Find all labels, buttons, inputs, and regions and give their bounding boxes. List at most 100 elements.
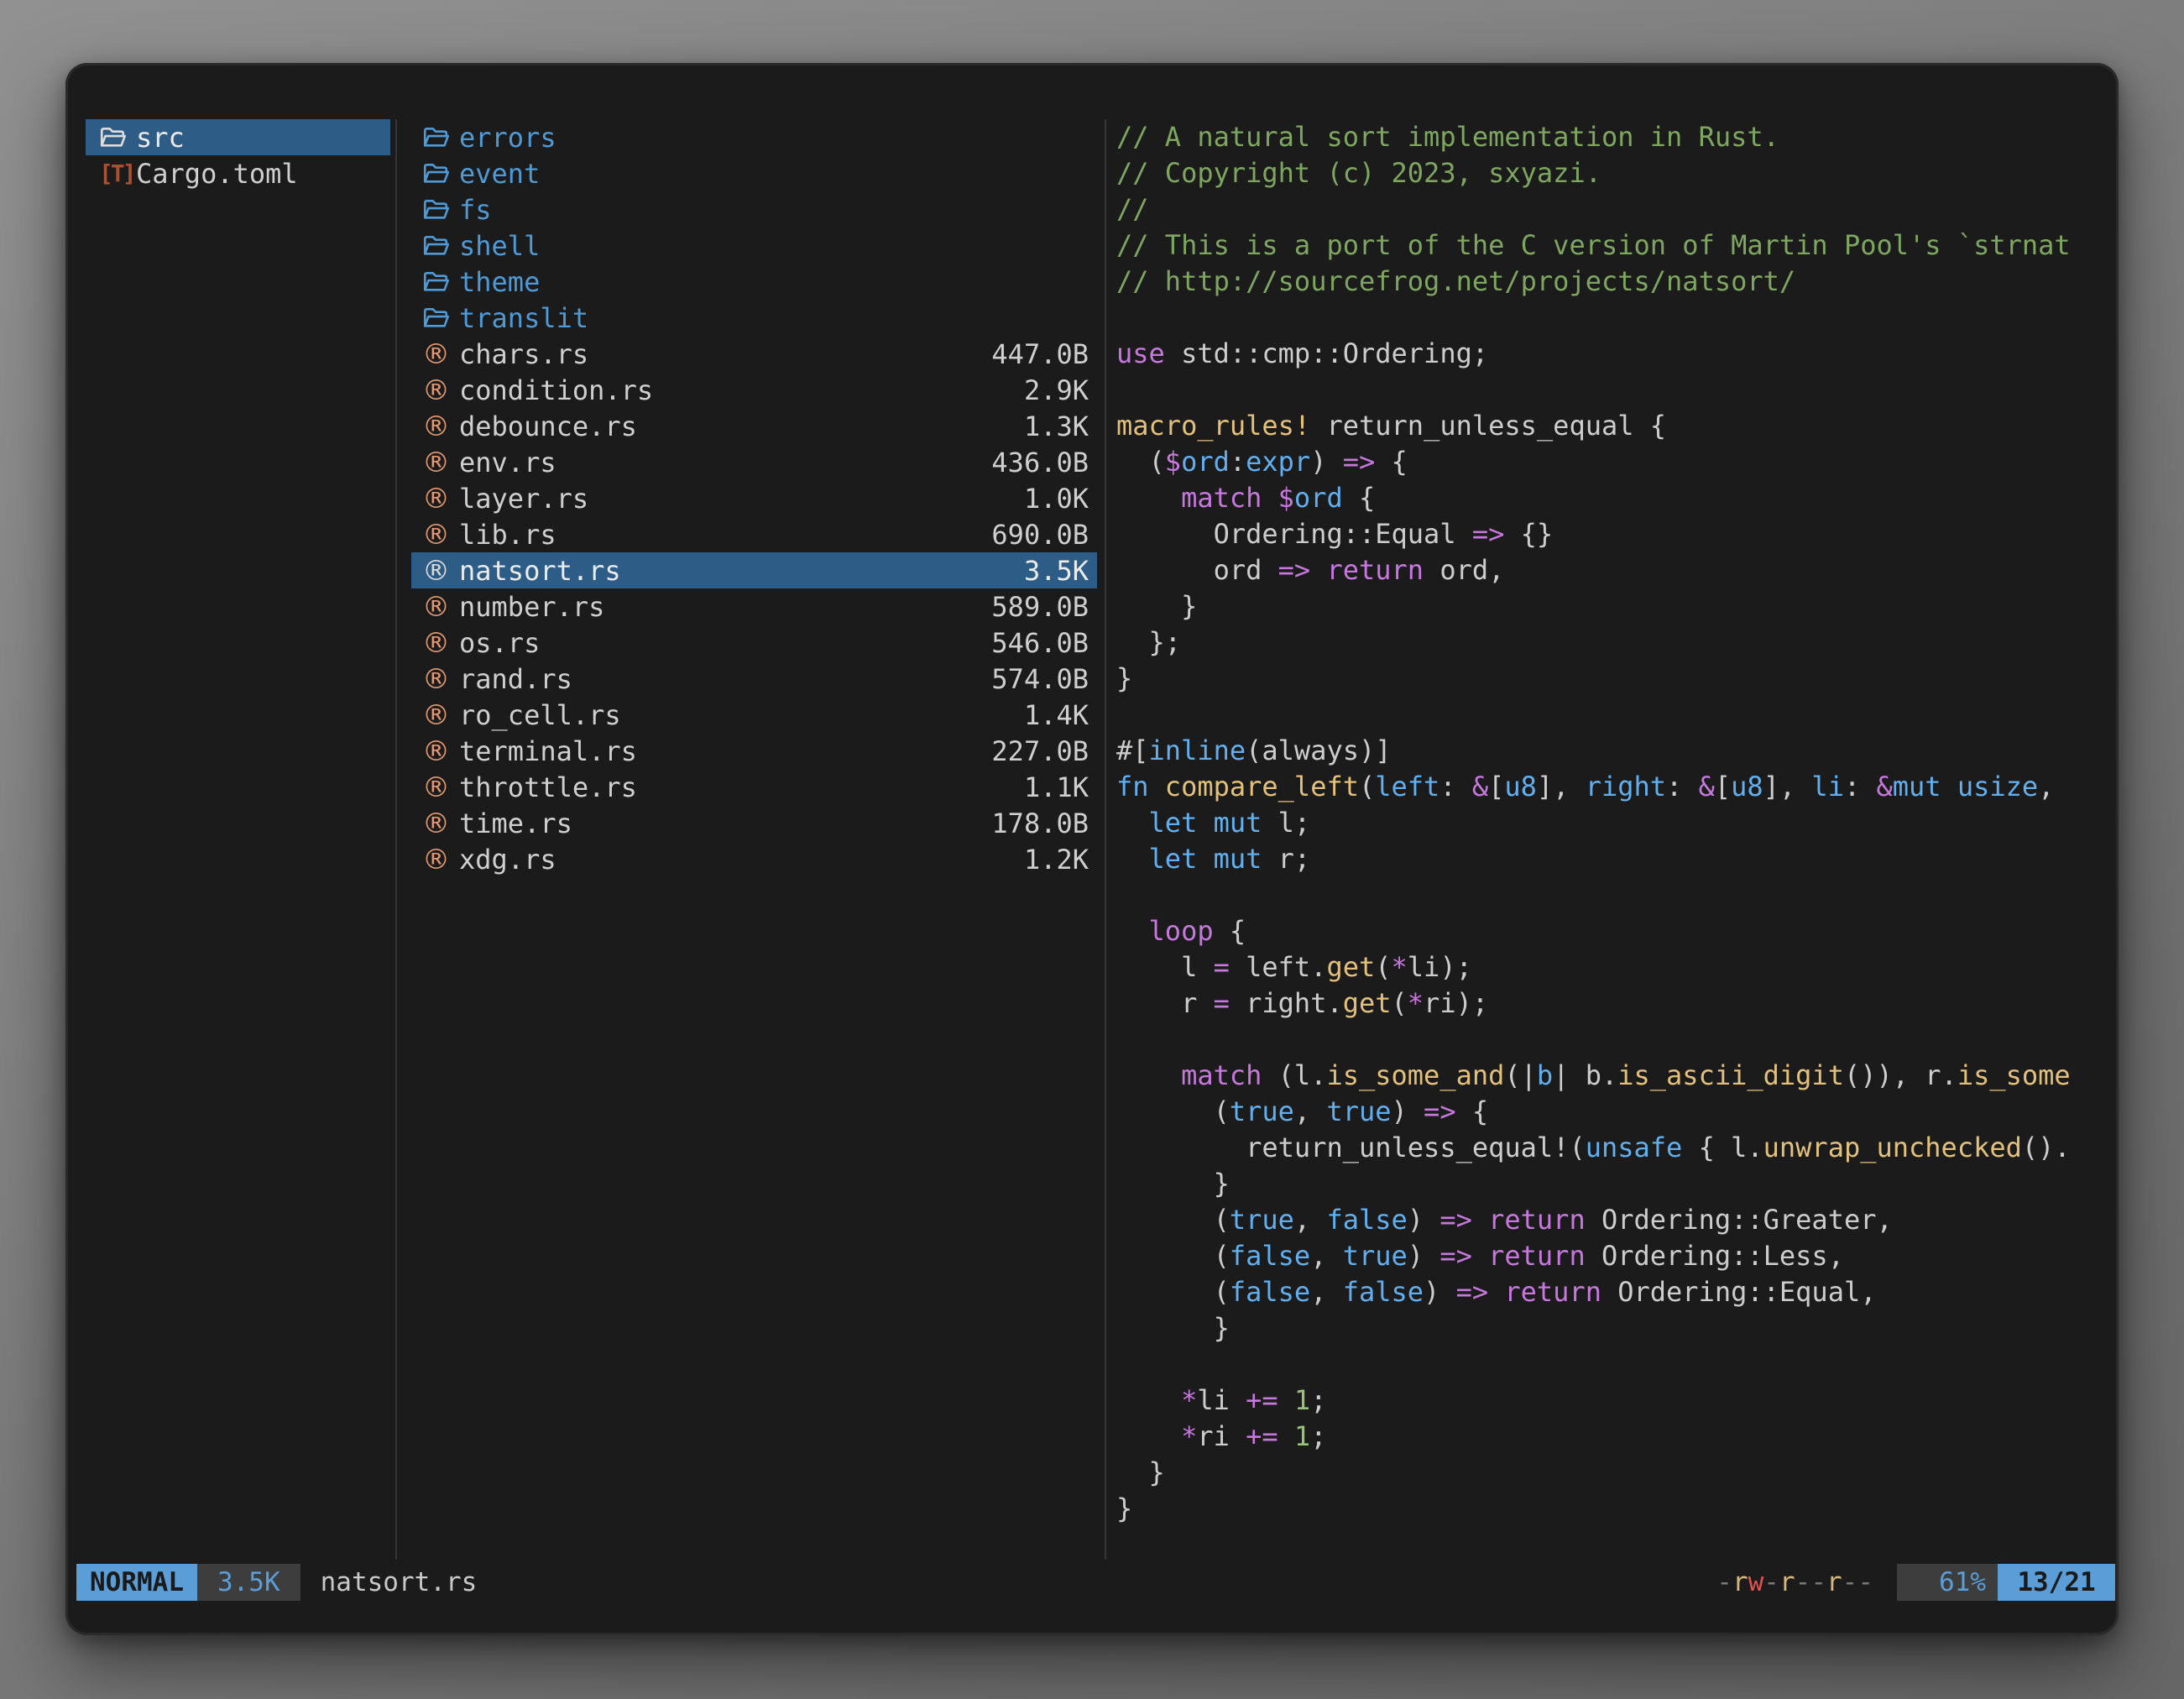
file-size: 1.3K — [1024, 410, 1089, 442]
file-label: terminal.rs — [459, 735, 637, 767]
file-size: 227.0B — [991, 735, 1089, 767]
file-row-os.rs[interactable]: ®os.rs 546.0B — [411, 625, 1097, 661]
code-line: } — [1116, 1310, 2093, 1346]
file-label: fs — [459, 194, 492, 226]
file-label: translit — [459, 302, 588, 334]
file-row-rand.rs[interactable]: ®rand.rs574.0B — [411, 661, 1097, 697]
file-row-fs[interactable]: fs — [411, 191, 1097, 227]
rust-file-icon: ® — [422, 629, 459, 656]
file-row-lib.rs[interactable]: ®lib.rs690.0B — [411, 516, 1097, 552]
code-line: #[inline(always)] — [1116, 733, 2093, 769]
code-line: // Copyright (c) 2023, sxyazi. — [1116, 155, 2093, 191]
file-label: condition.rs — [459, 374, 653, 406]
file-size: 546.0B — [991, 627, 1089, 659]
folder-open-icon — [422, 269, 459, 294]
file-label: src — [136, 122, 185, 154]
pane-divider-right — [1105, 119, 1106, 1560]
file-permissions: -rw-r--r-- — [1716, 1564, 1873, 1601]
status-bar: NORMAL 3.5K natsort.rs -rw-r--r-- 61% 13… — [76, 1564, 2115, 1601]
code-line: *ri += 1; — [1116, 1419, 2093, 1455]
code-line: } — [1116, 588, 2093, 625]
code-line: r = right.get(*ri); — [1116, 985, 2093, 1022]
code-line: match $ord { — [1116, 480, 2093, 516]
file-row-condition.rs[interactable]: ®condition.rs2.9K — [411, 372, 1097, 408]
code-line — [1116, 697, 2093, 733]
folder-open-icon — [422, 306, 459, 330]
file-row-chars.rs[interactable]: ®chars.rs447.0B — [411, 336, 1097, 372]
toml-file-icon: [T] — [99, 159, 136, 187]
folder-open-icon — [99, 125, 136, 149]
file-row-natsort.rs[interactable]: ®natsort.rs3.5K — [411, 552, 1097, 588]
file-label: theme — [459, 266, 540, 298]
rust-file-icon: ® — [422, 557, 459, 584]
code-line: // — [1116, 191, 2093, 227]
file-row-env.rs[interactable]: ®env.rs436.0B — [411, 444, 1097, 480]
file-size: 690.0B — [991, 519, 1089, 551]
parent-directory-pane: src[T]Cargo.toml — [86, 119, 390, 191]
status-bar-spacer — [477, 1564, 1716, 1601]
code-line: *li += 1; — [1116, 1383, 2093, 1419]
file-row-time.rs[interactable]: ®time.rs 178.0B — [411, 805, 1097, 841]
file-size: 1.2K — [1024, 844, 1089, 876]
code-line: Ordering::Equal => {} — [1116, 516, 2093, 552]
folder-open-icon — [422, 233, 459, 258]
file-size: 1.4K — [1024, 699, 1089, 731]
file-label: layer.rs — [459, 483, 588, 515]
file-row-src[interactable]: src — [86, 119, 390, 155]
file-row-theme[interactable]: theme — [411, 264, 1097, 300]
file-row-Cargo.toml[interactable]: [T]Cargo.toml — [86, 155, 390, 191]
file-row-debounce.rs[interactable]: ®debounce.rs1.3K — [411, 408, 1097, 444]
code-line: loop { — [1116, 913, 2093, 949]
file-label: number.rs — [459, 591, 604, 623]
code-line: let mut r; — [1116, 841, 2093, 877]
file-label: time.rs — [459, 808, 572, 839]
rust-file-icon: ® — [422, 845, 459, 873]
file-row-terminal.rs[interactable]: ®terminal.rs227.0B — [411, 733, 1097, 769]
file-label: ro_cell.rs — [459, 699, 621, 731]
code-line: // This is a port of the C version of Ma… — [1116, 227, 2093, 264]
rust-file-icon: ® — [422, 773, 459, 801]
rust-file-icon: ® — [422, 448, 459, 476]
code-line: match (l.is_some_and(|b| b.is_ascii_digi… — [1116, 1058, 2093, 1094]
code-line: fn compare_left(left: &[u8], right: &[u8… — [1116, 769, 2093, 805]
code-line — [1116, 1022, 2093, 1058]
rust-file-icon: ® — [422, 484, 459, 512]
file-label: throttle.rs — [459, 771, 637, 803]
file-row-errors[interactable]: errors — [411, 119, 1097, 155]
rust-file-icon: ® — [422, 701, 459, 729]
code-line: (true, false) => return Ordering::Greate… — [1116, 1202, 2093, 1238]
file-row-xdg.rs[interactable]: ®xdg.rs 1.2K — [411, 841, 1097, 877]
code-line — [1116, 372, 2093, 408]
folder-open-icon — [422, 197, 459, 222]
rust-file-icon: ® — [422, 809, 459, 837]
code-line: }; — [1116, 625, 2093, 661]
file-size-segment: 3.5K — [197, 1564, 300, 1601]
rust-file-icon: ® — [422, 665, 459, 693]
file-label: env.rs — [459, 447, 556, 478]
code-line: let mut l; — [1116, 805, 2093, 841]
file-row-shell[interactable]: shell — [411, 227, 1097, 264]
file-label: chars.rs — [459, 338, 588, 370]
file-label: errors — [459, 122, 556, 154]
file-size: 178.0B — [991, 808, 1089, 839]
code-line: (false, true) => return Ordering::Less, — [1116, 1238, 2093, 1274]
code-line: l = left.get(*li); — [1116, 949, 2093, 985]
scroll-percent: 61% — [1897, 1564, 1998, 1601]
file-row-number.rs[interactable]: ®number.rs589.0B — [411, 588, 1097, 625]
code-line: ($ord:expr) => { — [1116, 444, 2093, 480]
file-label: os.rs — [459, 627, 540, 659]
file-label: xdg.rs — [459, 844, 556, 876]
file-row-event[interactable]: event — [411, 155, 1097, 191]
file-row-throttle.rs[interactable]: ®throttle.rs1.1K — [411, 769, 1097, 805]
file-label: Cargo.toml — [136, 158, 298, 190]
file-size: 447.0B — [991, 338, 1089, 370]
cursor-position: 13/21 — [1998, 1564, 2115, 1601]
rust-file-icon: ® — [422, 593, 459, 620]
folder-open-icon — [422, 125, 459, 149]
file-size: 1.0K — [1024, 483, 1089, 515]
file-size: 2.9K — [1024, 374, 1089, 406]
code-line: use std::cmp::Ordering; — [1116, 336, 2093, 372]
file-row-layer.rs[interactable]: ®layer.rs 1.0K — [411, 480, 1097, 516]
file-row-translit[interactable]: translit — [411, 300, 1097, 336]
file-row-ro_cell.rs[interactable]: ®ro_cell.rs 1.4K — [411, 697, 1097, 733]
